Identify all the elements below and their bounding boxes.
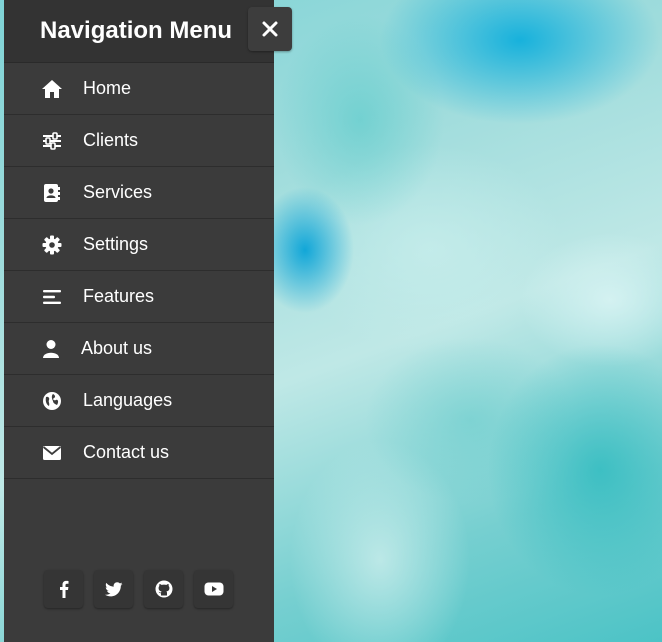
sidebar-item-languages[interactable]: Languages	[4, 375, 274, 427]
menu-list: Home Clients Services Settings Features …	[4, 63, 274, 479]
envelope-icon	[41, 442, 63, 464]
youtube-icon	[204, 582, 224, 596]
home-icon	[41, 78, 63, 100]
sidebar-navigation: Navigation Menu Home Clients Services Se…	[4, 0, 274, 642]
youtube-button[interactable]	[194, 570, 233, 608]
facebook-button[interactable]	[44, 570, 83, 608]
sidebar-item-label: Settings	[83, 234, 149, 254]
github-icon	[155, 580, 173, 598]
twitter-button[interactable]	[94, 570, 133, 608]
sidebar-item-home[interactable]: Home	[4, 63, 274, 115]
sidebar-header: Navigation Menu	[4, 0, 274, 63]
sidebar-item-about-us[interactable]: About us	[4, 323, 274, 375]
close-icon	[261, 20, 279, 38]
sidebar-title: Navigation Menu	[40, 17, 233, 44]
sidebar-item-label: Home	[83, 78, 132, 98]
sidebar-item-label: Languages	[83, 390, 173, 410]
sidebar-item-settings[interactable]: Settings	[4, 219, 274, 271]
sidebar-item-contact-us[interactable]: Contact us	[4, 427, 274, 479]
sidebar-item-label: About us	[81, 338, 153, 358]
sidebar-item-label: Features	[83, 286, 155, 306]
bars-icon	[41, 286, 63, 308]
user-icon	[40, 338, 62, 360]
sidebar-item-features[interactable]: Features	[4, 271, 274, 323]
social-links	[44, 570, 233, 608]
github-button[interactable]	[144, 570, 183, 608]
gear-icon	[41, 234, 63, 256]
facebook-icon	[59, 580, 69, 598]
twitter-icon	[104, 581, 123, 597]
sidebar-item-label: Contact us	[83, 442, 170, 462]
sidebar-item-label: Services	[83, 182, 153, 202]
page: Navigation Menu Home Clients Services Se…	[0, 0, 662, 642]
close-button[interactable]	[248, 7, 292, 51]
sidebar-item-label: Clients	[83, 130, 139, 150]
sidebar-item-clients[interactable]: Clients	[4, 115, 274, 167]
sidebar-item-services[interactable]: Services	[4, 167, 274, 219]
address-book-icon	[41, 182, 63, 204]
sliders-icon	[41, 130, 63, 152]
globe-icon	[41, 390, 63, 412]
